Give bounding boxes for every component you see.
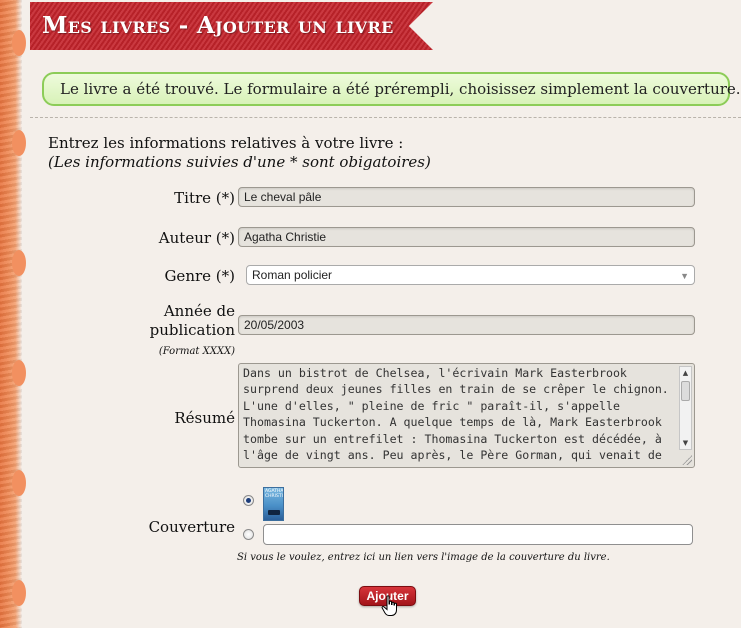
resume-scrollbar[interactable]: ▲ ▼: [679, 366, 692, 450]
genre-selected-value: Roman policier: [252, 268, 333, 282]
cover-option-url-radio[interactable]: [243, 529, 254, 540]
form-intro: Entrez les informations relatives à votr…: [48, 134, 404, 152]
scroll-up-icon[interactable]: ▲: [680, 367, 691, 379]
cover-thumbnail-caption: AGATHA CHRISTIE: [265, 489, 284, 499]
resume-text: Dans un bistrot de Chelsea, l'écrivain M…: [243, 366, 676, 463]
page-title: Mes livres - Ajouter un livre: [42, 12, 394, 39]
cover-url-input[interactable]: [263, 524, 693, 545]
hand-pointer-icon: [381, 595, 397, 616]
titre-field[interactable]: Le cheval pâle: [238, 187, 695, 207]
cover-ship-illustration: [268, 510, 280, 515]
annee-label-line1: Année de: [163, 302, 235, 320]
titre-label: Titre (*): [174, 189, 235, 207]
chevron-down-icon: ▼: [680, 271, 689, 281]
annee-format-hint: (Format XXXX): [158, 346, 235, 357]
annee-field[interactable]: 20/05/2003: [238, 315, 695, 335]
cover-option-thumbnail-radio[interactable]: [243, 495, 254, 506]
header-ribbon: Mes livres - Ajouter un livre: [30, 2, 433, 50]
resume-label: Résumé: [174, 409, 235, 427]
divider: [30, 117, 741, 118]
notice-message: Le livre a été trouvé. Le formulaire a é…: [60, 80, 741, 98]
resize-handle-icon[interactable]: [682, 455, 692, 465]
genre-label: Genre (*): [164, 267, 235, 285]
success-notice: Le livre a été trouvé. Le formulaire a é…: [42, 72, 741, 106]
decorative-side-border: [0, 0, 26, 628]
auteur-label: Auteur (*): [158, 229, 235, 247]
resume-textarea[interactable]: Dans un bistrot de Chelsea, l'écrivain M…: [238, 363, 695, 468]
auteur-field[interactable]: Agatha Christie: [238, 227, 695, 247]
cover-thumbnail[interactable]: AGATHA CHRISTIE: [263, 487, 284, 521]
annee-label-line2: publication: [149, 321, 235, 339]
form-required-note: (Les informations suivies d'une * sont o…: [48, 153, 431, 171]
cover-url-hint: Si vous le voulez, entrez ici un lien ve…: [237, 552, 610, 563]
couverture-label: Couverture: [148, 518, 235, 536]
scroll-thumb[interactable]: [681, 381, 690, 401]
genre-select[interactable]: Roman policier ▼: [246, 265, 695, 285]
scroll-down-icon[interactable]: ▼: [680, 437, 691, 449]
